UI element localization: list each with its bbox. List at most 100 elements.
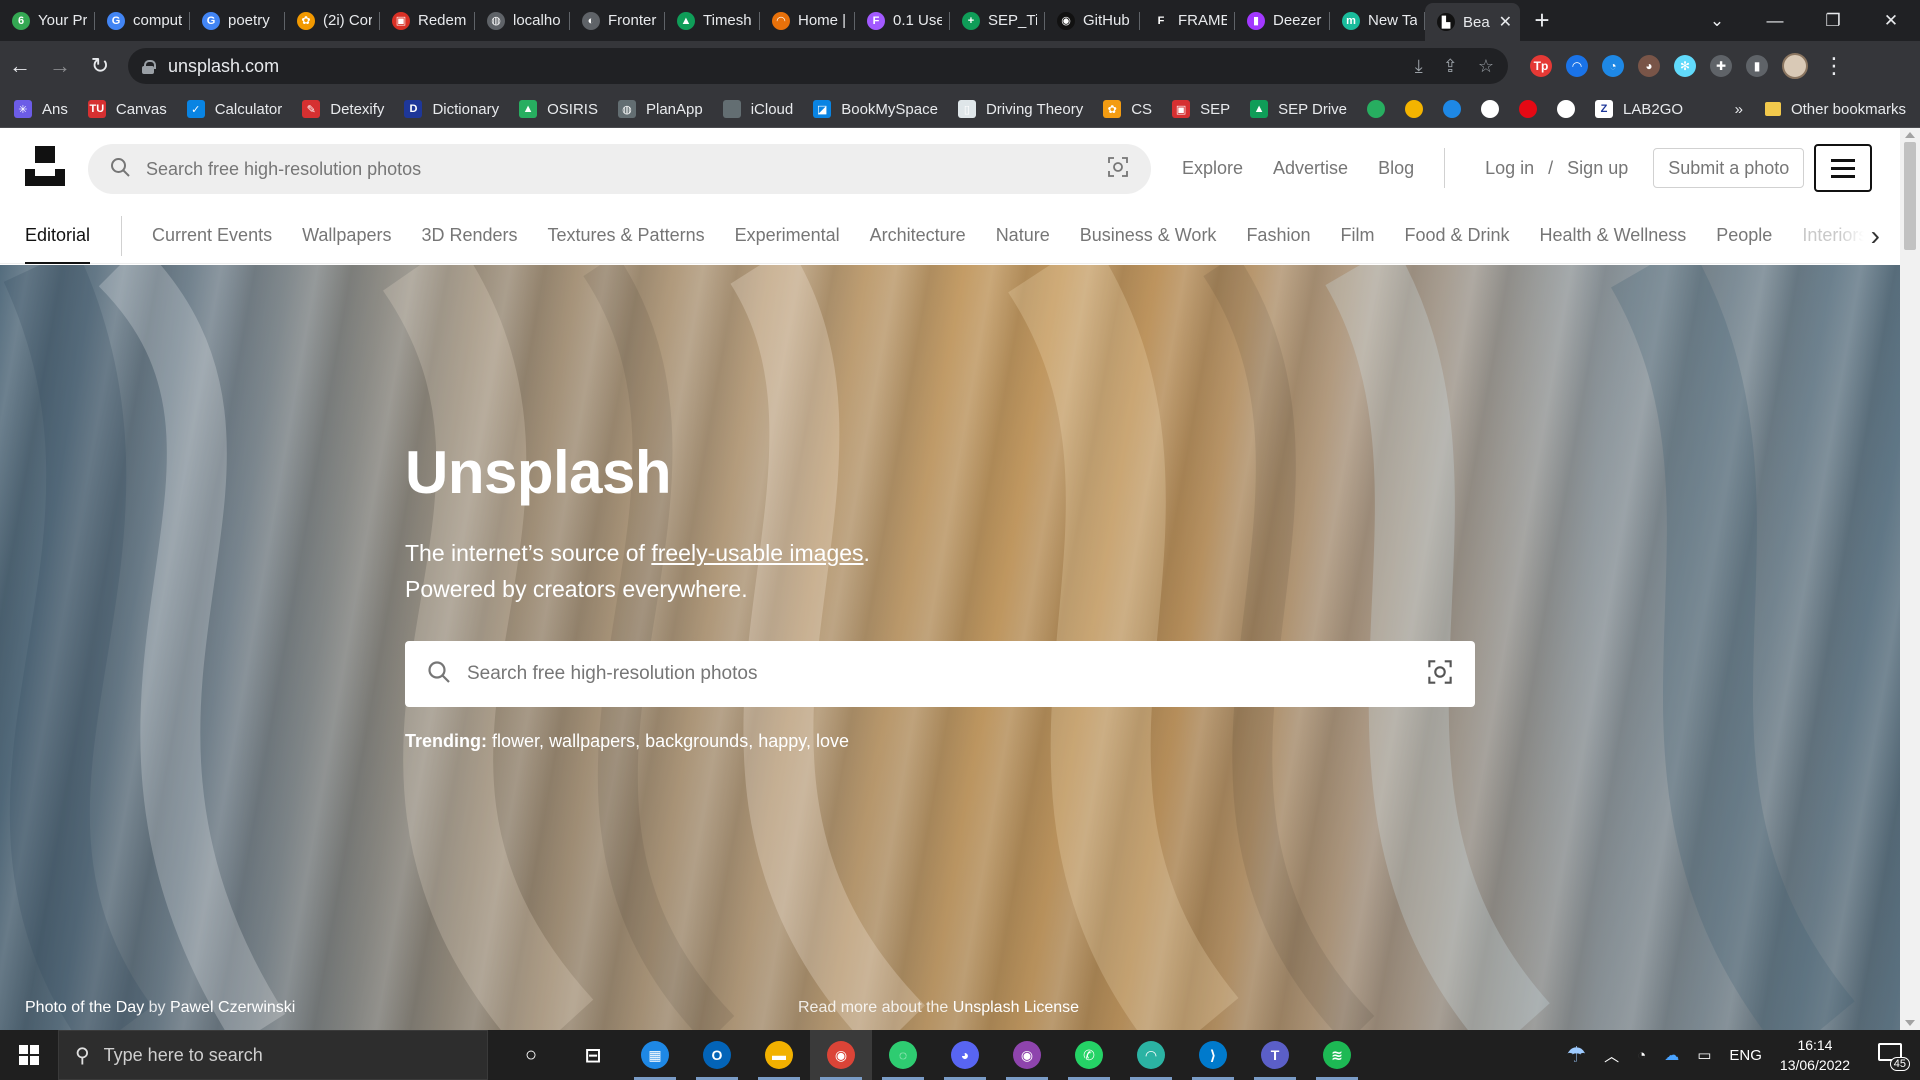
taskbar-app-button[interactable]: ◉ — [996, 1030, 1058, 1080]
bookmark-item[interactable]: ▣ SEP — [1172, 100, 1230, 118]
drive-bookmark-icon[interactable] — [1405, 100, 1423, 118]
battery-icon[interactable]: ▭ — [1697, 1046, 1711, 1064]
photo-of-the-day-link[interactable]: Photo of the Day — [25, 999, 144, 1016]
browser-menu-button[interactable]: ⋮ — [1814, 46, 1854, 86]
login-link[interactable]: Log in — [1485, 158, 1534, 179]
tray-chevron-icon[interactable]: ︿ — [1604, 1045, 1619, 1066]
topic-people[interactable]: People — [1716, 208, 1772, 264]
taskbar-app-button[interactable]: ▬ — [748, 1030, 810, 1080]
clock[interactable]: 16:14 13/06/2022 — [1780, 1035, 1850, 1075]
trending-link[interactable]: flower — [492, 731, 539, 751]
taskbar-app-button[interactable]: ≋ — [1306, 1030, 1368, 1080]
browser-tab[interactable]: ▙ Bea ✕ — [1425, 3, 1520, 41]
bookmark-item[interactable]: ◍ PlanApp — [617, 100, 703, 118]
taskbar-app-button[interactable]: ◠ — [1120, 1030, 1182, 1080]
browser-tab[interactable]: ▣ Redem — [380, 0, 475, 41]
netflix-bookmark-icon[interactable] — [1519, 100, 1537, 118]
onedrive-icon[interactable]: ☁ — [1664, 1046, 1679, 1064]
topic-health-wellness[interactable]: Health & Wellness — [1540, 208, 1687, 264]
language-indicator[interactable]: ENG — [1729, 1047, 1762, 1064]
trending-link[interactable]: happy — [758, 731, 806, 751]
chevron-right-icon[interactable]: › — [1840, 208, 1900, 264]
trending-link[interactable]: backgrounds — [645, 731, 748, 751]
address-bar[interactable]: unsplash.com ⤓ ⇪ ☆ — [128, 48, 1508, 84]
browser-tab[interactable]: ◉ GitHub — [1045, 0, 1140, 41]
hero-search-input[interactable] — [467, 663, 1427, 685]
hero-search-bar[interactable] — [405, 641, 1475, 707]
forward-button[interactable]: → — [40, 46, 80, 86]
tab-close-icon[interactable]: ✕ — [1499, 12, 1512, 32]
visual-search-icon[interactable] — [1107, 156, 1129, 183]
taskbar-app-button[interactable]: ○ — [500, 1030, 562, 1080]
arc-icon[interactable]: ◠ — [1566, 55, 1588, 77]
sidepanel-icon[interactable]: ▮ — [1746, 55, 1768, 77]
weather-icon[interactable]: ☂ — [1566, 1042, 1586, 1068]
topic-textures-patterns[interactable]: Textures & Patterns — [548, 208, 705, 264]
restore-button[interactable]: ❐ — [1804, 11, 1862, 31]
browser-tab[interactable]: ◐ Fronter — [570, 0, 665, 41]
translate-icon[interactable]: ◔ — [1602, 55, 1624, 77]
taskbar-app-button[interactable]: ◉ — [810, 1030, 872, 1080]
freely-usable-images-link[interactable]: freely-usable images — [651, 540, 863, 566]
topic-experimental[interactable]: Experimental — [735, 208, 840, 264]
tab-search-button[interactable]: ⌄ — [1688, 11, 1746, 31]
topic-current-events[interactable]: Current Events — [152, 208, 272, 264]
browser-tab[interactable]: 6 Your Pr — [0, 0, 95, 41]
notifications-button[interactable]: 45 — [1876, 1041, 1910, 1071]
bookmark-item[interactable]: iCloud — [722, 100, 793, 118]
trending-link[interactable]: wallpapers — [549, 731, 635, 751]
topic-architecture[interactable]: Architecture — [870, 208, 966, 264]
unsplash-logo[interactable] — [25, 146, 65, 186]
scroll-up-arrow-icon[interactable] — [1905, 132, 1915, 138]
browser-tab[interactable]: Gpoetry — [190, 0, 285, 41]
bookmark-item[interactable]: ✓ Calculator — [186, 100, 282, 118]
visual-search-icon[interactable] — [1427, 659, 1453, 690]
bookmark-item[interactable]: ◪ BookMySpace — [813, 100, 938, 118]
taskbar-app-button[interactable]: T — [1244, 1030, 1306, 1080]
search-icon[interactable] — [427, 660, 451, 689]
taskbar-app-button[interactable]: ⟩ — [1182, 1030, 1244, 1080]
topic-film[interactable]: Film — [1340, 208, 1374, 264]
browser-tab[interactable]: ◠ Home | — [760, 0, 855, 41]
header-search-bar[interactable] — [88, 144, 1151, 194]
taskbar-search-placeholder[interactable]: Type here to search — [104, 1045, 263, 1066]
search-icon[interactable] — [110, 157, 130, 182]
tp-icon[interactable]: Tp — [1530, 55, 1552, 77]
chrome-bookmark-icon[interactable] — [1557, 100, 1575, 118]
bookmark-item[interactable]: ✳ Ans — [14, 100, 68, 118]
nav-explore[interactable]: Explore — [1182, 158, 1243, 179]
m-bookmark-icon[interactable] — [1443, 100, 1461, 118]
scrollbar-thumb[interactable] — [1904, 142, 1916, 250]
bookmark-star-icon[interactable]: ☆ — [1478, 56, 1494, 77]
url-text[interactable]: unsplash.com — [168, 56, 279, 77]
taskbar-app-button[interactable]: ◌ — [872, 1030, 934, 1080]
topic-3d-renders[interactable]: 3D Renders — [421, 208, 517, 264]
topic-wallpapers[interactable]: Wallpapers — [302, 208, 391, 264]
topic-fashion[interactable]: Fashion — [1246, 208, 1310, 264]
more-bookmarks-chevron-icon[interactable]: » — [1735, 101, 1743, 118]
browser-tab[interactable]: F FRAME — [1140, 0, 1235, 41]
taskbar-app-button[interactable]: ◕ — [934, 1030, 996, 1080]
puzzle-icon[interactable]: ✚ — [1710, 55, 1732, 77]
browser-tab[interactable]: m New Ta — [1330, 0, 1425, 41]
bookmark-item[interactable]: ▲ OSIRIS — [519, 100, 598, 118]
submit-photo-button[interactable]: Submit a photo — [1653, 148, 1805, 188]
topic-nature[interactable]: Nature — [996, 208, 1050, 264]
topic-editorial[interactable]: Editorial — [25, 208, 91, 264]
browser-tab[interactable]: F 0.1 Use — [855, 0, 950, 41]
share-icon[interactable]: ⇪ — [1443, 56, 1458, 77]
topic-business-work[interactable]: Business & Work — [1080, 208, 1217, 264]
bookmark-item[interactable]: ✿ CS — [1103, 100, 1152, 118]
taskbar-app-button[interactable]: ✆ — [1058, 1030, 1120, 1080]
bookmark-item[interactable]: Z LAB2GO — [1595, 100, 1683, 118]
browser-tab[interactable]: ✿ (2i) Cor — [285, 0, 380, 41]
taskbar-app-button[interactable]: ⊟ — [562, 1030, 624, 1080]
lock-icon[interactable] — [142, 59, 156, 74]
leaf-bookmark-icon[interactable] — [1367, 100, 1385, 118]
new-tab-button[interactable]: + — [1520, 5, 1564, 36]
owl-icon[interactable]: ◕ — [1638, 55, 1660, 77]
taskbar-app-button[interactable]: ▦ — [624, 1030, 686, 1080]
browser-tab[interactable]: + SEP_Tir — [950, 0, 1045, 41]
profile-avatar[interactable] — [1782, 53, 1808, 79]
photographer-link[interactable]: Pawel Czerwinski — [170, 999, 295, 1016]
